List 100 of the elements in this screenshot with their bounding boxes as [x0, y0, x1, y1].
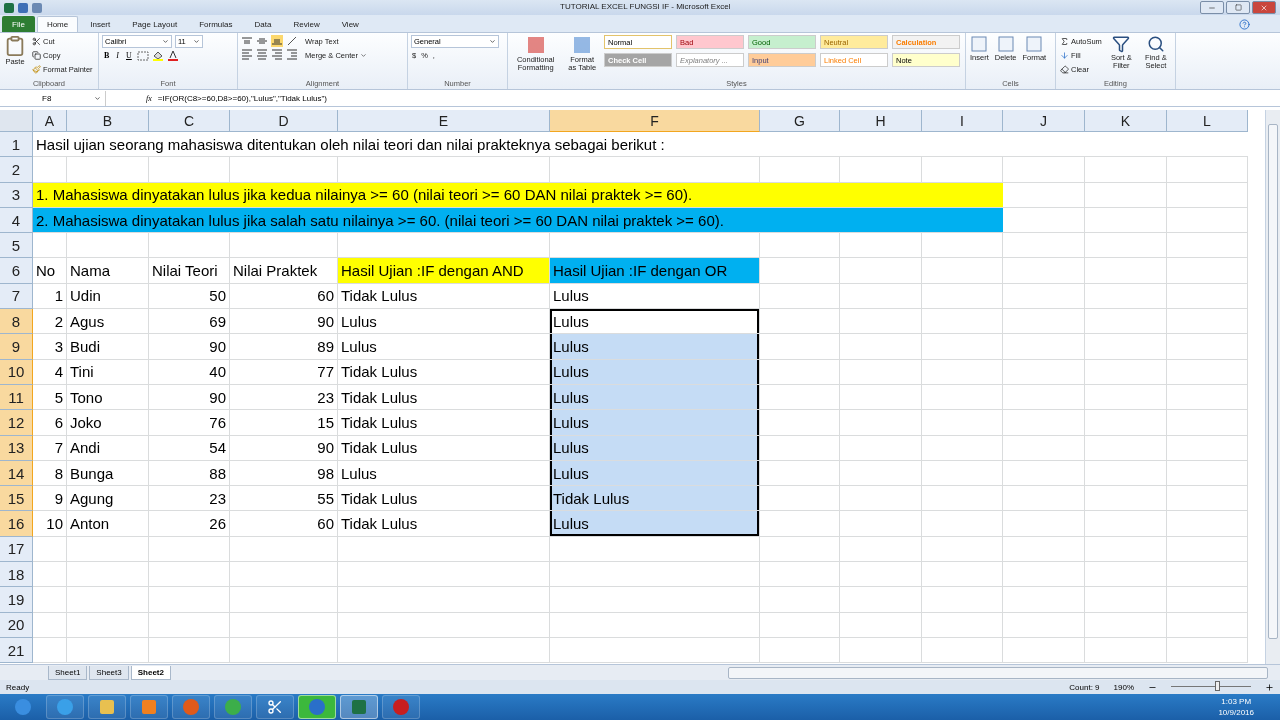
table-cell[interactable]: Lulus [550, 511, 760, 537]
row-header[interactable]: 1 [0, 132, 33, 158]
fill-color-icon[interactable] [151, 50, 164, 61]
align-bottom-icon[interactable] [271, 35, 283, 47]
ribbon-tab[interactable]: Formulas [189, 16, 243, 32]
row-header[interactable]: 15 [0, 486, 33, 512]
close-button[interactable] [1252, 1, 1276, 14]
row-header[interactable]: 13 [0, 435, 33, 461]
table-cell[interactable]: Lulus [550, 384, 760, 411]
ribbon-tab[interactable]: Insert [80, 16, 121, 32]
sheet-tab[interactable]: Sheet3 [89, 666, 129, 680]
undo-icon[interactable] [32, 2, 42, 13]
row-header[interactable]: 4 [0, 207, 33, 234]
function-button[interactable]: fx [146, 93, 152, 103]
row-header[interactable]: 11 [0, 384, 33, 411]
table-cell[interactable]: Lulus [550, 283, 760, 310]
column-header[interactable]: G [760, 110, 840, 132]
note-text: 2. Mahasiswa dinyatakan lulus jika salah satu nilainya >= 60. (nilai teori >= 60 DAN nilai praktek >= 60). [33, 207, 1003, 234]
align-right-icon[interactable] [271, 48, 283, 60]
ribbon-tab[interactable]: File [2, 16, 35, 32]
column-header[interactable]: H [840, 110, 922, 132]
row-header[interactable]: 10 [0, 359, 33, 385]
ribbon-tab[interactable]: View [331, 16, 369, 32]
table-cell: Tidak Lulus [338, 283, 550, 310]
ribbon-tab[interactable]: Data [244, 16, 282, 32]
help-icon[interactable] [1239, 19, 1250, 30]
row-header[interactable]: 17 [0, 536, 33, 563]
row-header[interactable]: 14 [0, 460, 33, 487]
table-cell[interactable]: Lulus [550, 359, 760, 385]
column-header[interactable]: B [67, 110, 149, 132]
row-header[interactable]: 6 [0, 258, 33, 284]
table-cell[interactable]: Lulus [550, 410, 760, 436]
align-left-icon[interactable] [241, 48, 253, 60]
row-header[interactable]: 19 [0, 587, 33, 613]
slider-thumb[interactable] [1215, 680, 1221, 691]
table-cell: 9 [33, 486, 67, 512]
ribbon-tab[interactable]: Home [36, 16, 79, 32]
zoom-in-icon[interactable] [1265, 682, 1274, 692]
name-box[interactable]: F8 [0, 90, 106, 106]
maximize-button[interactable] [1226, 1, 1250, 14]
row-header[interactable]: 9 [0, 334, 33, 360]
column-header[interactable]: I [922, 110, 1003, 132]
minimize-button[interactable] [1200, 1, 1224, 14]
table-cell: Budi [67, 334, 149, 360]
column-header[interactable]: J [1003, 110, 1085, 132]
column-header[interactable]: L [1167, 110, 1248, 132]
row-header[interactable]: 16 [0, 511, 33, 537]
caret-icon [359, 52, 367, 59]
column-header[interactable]: F [550, 110, 760, 132]
sheet-tab[interactable]: Sheet1 [48, 666, 88, 680]
record-icon [392, 698, 410, 716]
sheet-tab[interactable]: Sheet2 [130, 666, 171, 680]
row-header[interactable]: 7 [0, 283, 33, 310]
row-header[interactable]: 3 [0, 182, 33, 208]
ribbon-tab[interactable]: Page Layout [122, 16, 188, 32]
row-header[interactable]: 2 [0, 157, 33, 183]
taskbar-button[interactable] [298, 695, 336, 719]
column-header[interactable]: K [1085, 110, 1167, 132]
table-cell[interactable]: Lulus [550, 460, 760, 487]
align-middle-icon[interactable] [256, 35, 268, 47]
taskbar-button[interactable] [382, 695, 420, 719]
italic-button[interactable]: I [114, 49, 121, 62]
column-header[interactable]: C [149, 110, 230, 132]
scissors-icon [267, 699, 283, 715]
windows-orb-icon [14, 698, 32, 716]
row-header[interactable]: 8 [0, 309, 33, 335]
font-color-icon[interactable] [166, 50, 179, 61]
align-top-icon[interactable] [241, 35, 253, 47]
save-icon[interactable] [18, 2, 28, 13]
column-title: Nilai Teori [149, 258, 230, 284]
horizontal-scrollbar[interactable] [728, 667, 1268, 679]
table-cell[interactable]: Lulus [550, 334, 760, 360]
table-cell: 90 [149, 384, 230, 411]
column-header[interactable]: E [338, 110, 550, 132]
table-cell[interactable]: Lulus [550, 309, 760, 335]
ribbon-tab[interactable]: Review [283, 16, 330, 32]
bold-button[interactable]: B [102, 49, 112, 62]
taskbar-button[interactable] [256, 695, 294, 719]
taskbar-button[interactable] [340, 695, 378, 719]
table-cell: 10 [33, 511, 67, 537]
table-cell: Lulus [338, 460, 550, 487]
underline-button[interactable]: U [124, 49, 134, 62]
formula-field[interactable]: =IF(OR(C8>=60,D8>=60),"Lulus","Tidak Lulus") [157, 93, 327, 103]
column-header[interactable]: A [33, 110, 67, 132]
vertical-scrollbar[interactable] [1265, 110, 1280, 664]
taskbar-button[interactable] [88, 695, 126, 719]
row-header[interactable]: 20 [0, 612, 33, 638]
table-cell: Agus [67, 309, 149, 335]
table-cell[interactable]: Tidak Lulus [550, 486, 760, 512]
count-text: Count: 9 [1069, 682, 1100, 692]
select-all-button[interactable] [0, 110, 33, 132]
row-header[interactable]: 5 [0, 233, 33, 259]
row-header[interactable]: 21 [0, 637, 33, 664]
align-center-icon[interactable] [256, 48, 268, 60]
scrollbar-thumb[interactable] [1268, 124, 1278, 639]
column-header[interactable]: D [230, 110, 338, 132]
table-cell[interactable]: Lulus [550, 435, 760, 461]
table-cell: Tidak Lulus [338, 359, 550, 385]
row-header[interactable]: 18 [0, 562, 33, 588]
row-header[interactable]: 12 [0, 410, 33, 436]
